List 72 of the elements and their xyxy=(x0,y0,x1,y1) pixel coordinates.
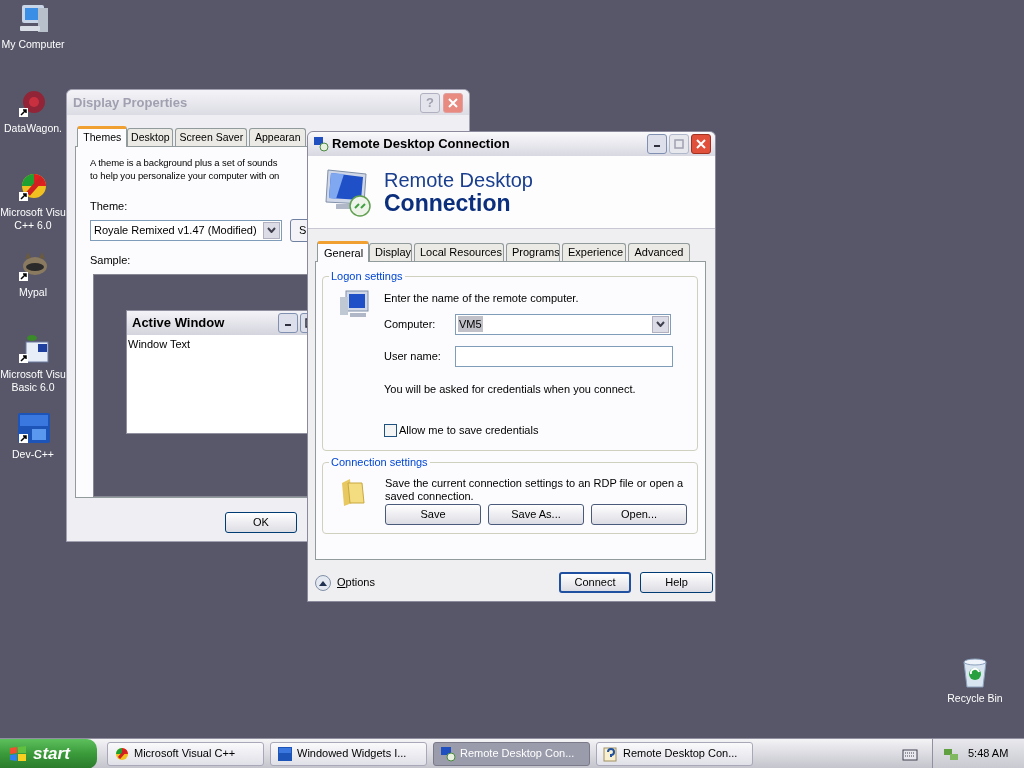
taskbar-button[interactable]: Microsoft Visual C++ xyxy=(107,741,264,766)
tab[interactable]: Advanced xyxy=(628,243,690,261)
group-label: Connection settings xyxy=(329,455,430,469)
window-title: Remote Desktop Connection xyxy=(332,135,511,154)
tab[interactable]: Programs xyxy=(506,243,560,261)
tab[interactable]: Screen Saver xyxy=(175,128,247,146)
description-text: A theme is a background plus a set of sounds xyxy=(90,156,278,169)
monitor-icon xyxy=(322,166,374,218)
button[interactable]: OK xyxy=(225,512,297,533)
keyboard-icon xyxy=(902,746,918,761)
up-arrow-icon xyxy=(319,579,327,586)
caret-icon xyxy=(656,321,665,327)
tab[interactable]: Display xyxy=(369,243,412,261)
taskbar-button[interactable]: Remote Desktop Con... xyxy=(596,741,753,766)
window-title: Display Properties xyxy=(73,93,189,112)
checkbox-label[interactable]: Allow me to save credentials xyxy=(399,422,539,439)
tab[interactable]: Desktop xyxy=(126,128,174,146)
application-icon xyxy=(16,412,50,444)
banner-title: Remote Desktop xyxy=(384,169,533,191)
icon-label[interactable]: Dev-C++ xyxy=(12,448,54,461)
button[interactable]: Open... xyxy=(591,504,687,525)
tab[interactable]: Local Resources xyxy=(414,243,504,261)
button[interactable]: S xyxy=(290,218,308,242)
checkbox[interactable] xyxy=(384,423,397,437)
icon-label[interactable]: DataWagon. xyxy=(4,122,62,135)
app-icon xyxy=(440,745,456,762)
close-button[interactable] xyxy=(691,134,711,154)
instruction-text: Enter the name of the remote computer. xyxy=(384,291,580,306)
icon-label[interactable]: Mypal xyxy=(19,286,47,299)
description-text: to help you personalize your computer with on xyxy=(90,169,280,182)
clock: 5:48 AM xyxy=(968,746,1009,762)
close-icon xyxy=(696,139,706,149)
group-label: Logon settings xyxy=(329,269,405,283)
tab[interactable]: Experience xyxy=(562,243,626,261)
theme-dropdown[interactable]: Royale Remixed v1.47 (Modified) xyxy=(90,219,282,241)
computer-dropdown[interactable]: VM5 xyxy=(455,313,671,335)
icon-label[interactable]: My Computer xyxy=(1,38,65,51)
help-icon xyxy=(603,745,619,762)
username-label: User name: xyxy=(384,348,442,364)
tab[interactable]: General xyxy=(317,241,369,262)
app-icon xyxy=(313,136,329,152)
close-icon xyxy=(448,97,458,108)
sample-label: Sample: xyxy=(90,252,132,268)
button[interactable]: Save As... xyxy=(488,504,584,525)
minimize-button[interactable] xyxy=(278,313,298,333)
button[interactable]: Connect xyxy=(559,572,631,593)
tab[interactable]: Appearan xyxy=(248,128,306,146)
minimize-button[interactable] xyxy=(647,134,667,154)
start-button[interactable]: start xyxy=(0,738,97,768)
button[interactable]: Help xyxy=(640,572,713,593)
taskbar-button[interactable]: Windowed Widgets I... xyxy=(270,741,427,766)
window-title: Active Window xyxy=(132,314,226,333)
options-link[interactable]: Options xyxy=(337,574,375,591)
username-field[interactable] xyxy=(455,345,673,367)
icon-label[interactable]: Microsoft Visu C++ 6.0 xyxy=(0,206,66,232)
caret-icon xyxy=(267,227,276,233)
button[interactable]: Save xyxy=(385,504,481,525)
icon-label[interactable]: Microsoft Visu Basic 6.0 xyxy=(0,368,66,394)
note-text: You will be asked for credentials when you connect. xyxy=(384,381,637,397)
theme-label: Theme: xyxy=(90,199,129,214)
windows-logo-icon xyxy=(8,743,28,764)
application-icon xyxy=(16,332,50,364)
icon-label[interactable]: Recycle Bin xyxy=(947,692,1003,705)
options-button[interactable] xyxy=(315,574,331,591)
description-text: Save the current connection settings to an RDP file or open a saved connection. xyxy=(385,477,685,503)
tab[interactable]: Themes xyxy=(77,126,127,147)
banner-title: Connection xyxy=(384,191,511,215)
maximize-icon xyxy=(674,139,684,149)
application-icon xyxy=(277,745,293,762)
computer-label: Computer: xyxy=(384,316,437,332)
window-text: Window Text xyxy=(127,337,192,352)
pinwheel-icon xyxy=(114,745,130,762)
